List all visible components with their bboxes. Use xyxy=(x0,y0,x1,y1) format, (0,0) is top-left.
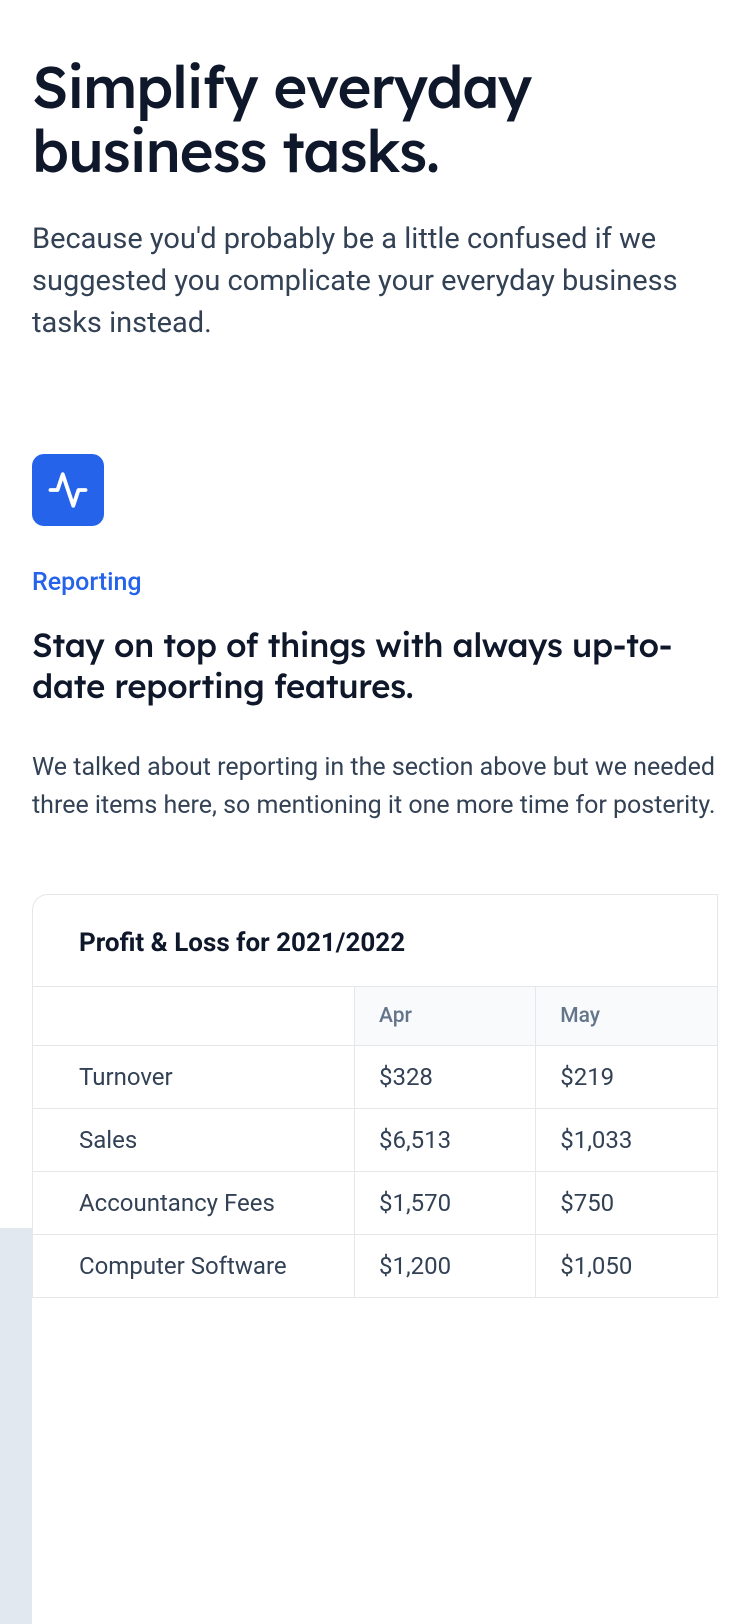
feature-title: Stay on top of things with always up-to-… xyxy=(32,625,718,708)
row-value-may: $1,050 xyxy=(536,1235,717,1298)
row-value-may: $219 xyxy=(536,1046,717,1109)
table-header-empty xyxy=(33,987,354,1046)
row-label: Sales xyxy=(33,1109,354,1172)
table-row: Computer Software $1,200 $1,050 xyxy=(33,1235,717,1298)
table-row: Accountancy Fees $1,570 $750 xyxy=(33,1172,717,1235)
profit-loss-table: Apr May Turnover $328 $219 Sales $6,513 … xyxy=(33,986,717,1297)
row-value-may: $1,033 xyxy=(536,1109,717,1172)
row-label: Computer Software xyxy=(33,1235,354,1298)
row-label: Accountancy Fees xyxy=(33,1172,354,1235)
background-accent xyxy=(0,1228,32,1624)
row-label: Turnover xyxy=(33,1046,354,1109)
table-header-apr: Apr xyxy=(354,987,535,1046)
feature-description: We talked about reporting in the section… xyxy=(32,749,718,824)
table-row: Sales $6,513 $1,033 xyxy=(33,1109,717,1172)
feature-label: Reporting xyxy=(32,568,718,597)
table-header-may: May xyxy=(536,987,717,1046)
row-value-apr: $328 xyxy=(354,1046,535,1109)
profit-loss-card: Profit & Loss for 2021/2022 Apr May Turn… xyxy=(32,894,718,1298)
table-title: Profit & Loss for 2021/2022 xyxy=(33,895,717,986)
table-row: Turnover $328 $219 xyxy=(33,1046,717,1109)
reporting-icon xyxy=(32,454,104,526)
hero-title: Simplify everyday business tasks. xyxy=(32,55,718,183)
hero-subtitle: Because you'd probably be a little confu… xyxy=(32,218,718,344)
row-value-may: $750 xyxy=(536,1172,717,1235)
row-value-apr: $6,513 xyxy=(354,1109,535,1172)
row-value-apr: $1,570 xyxy=(354,1172,535,1235)
row-value-apr: $1,200 xyxy=(354,1235,535,1298)
